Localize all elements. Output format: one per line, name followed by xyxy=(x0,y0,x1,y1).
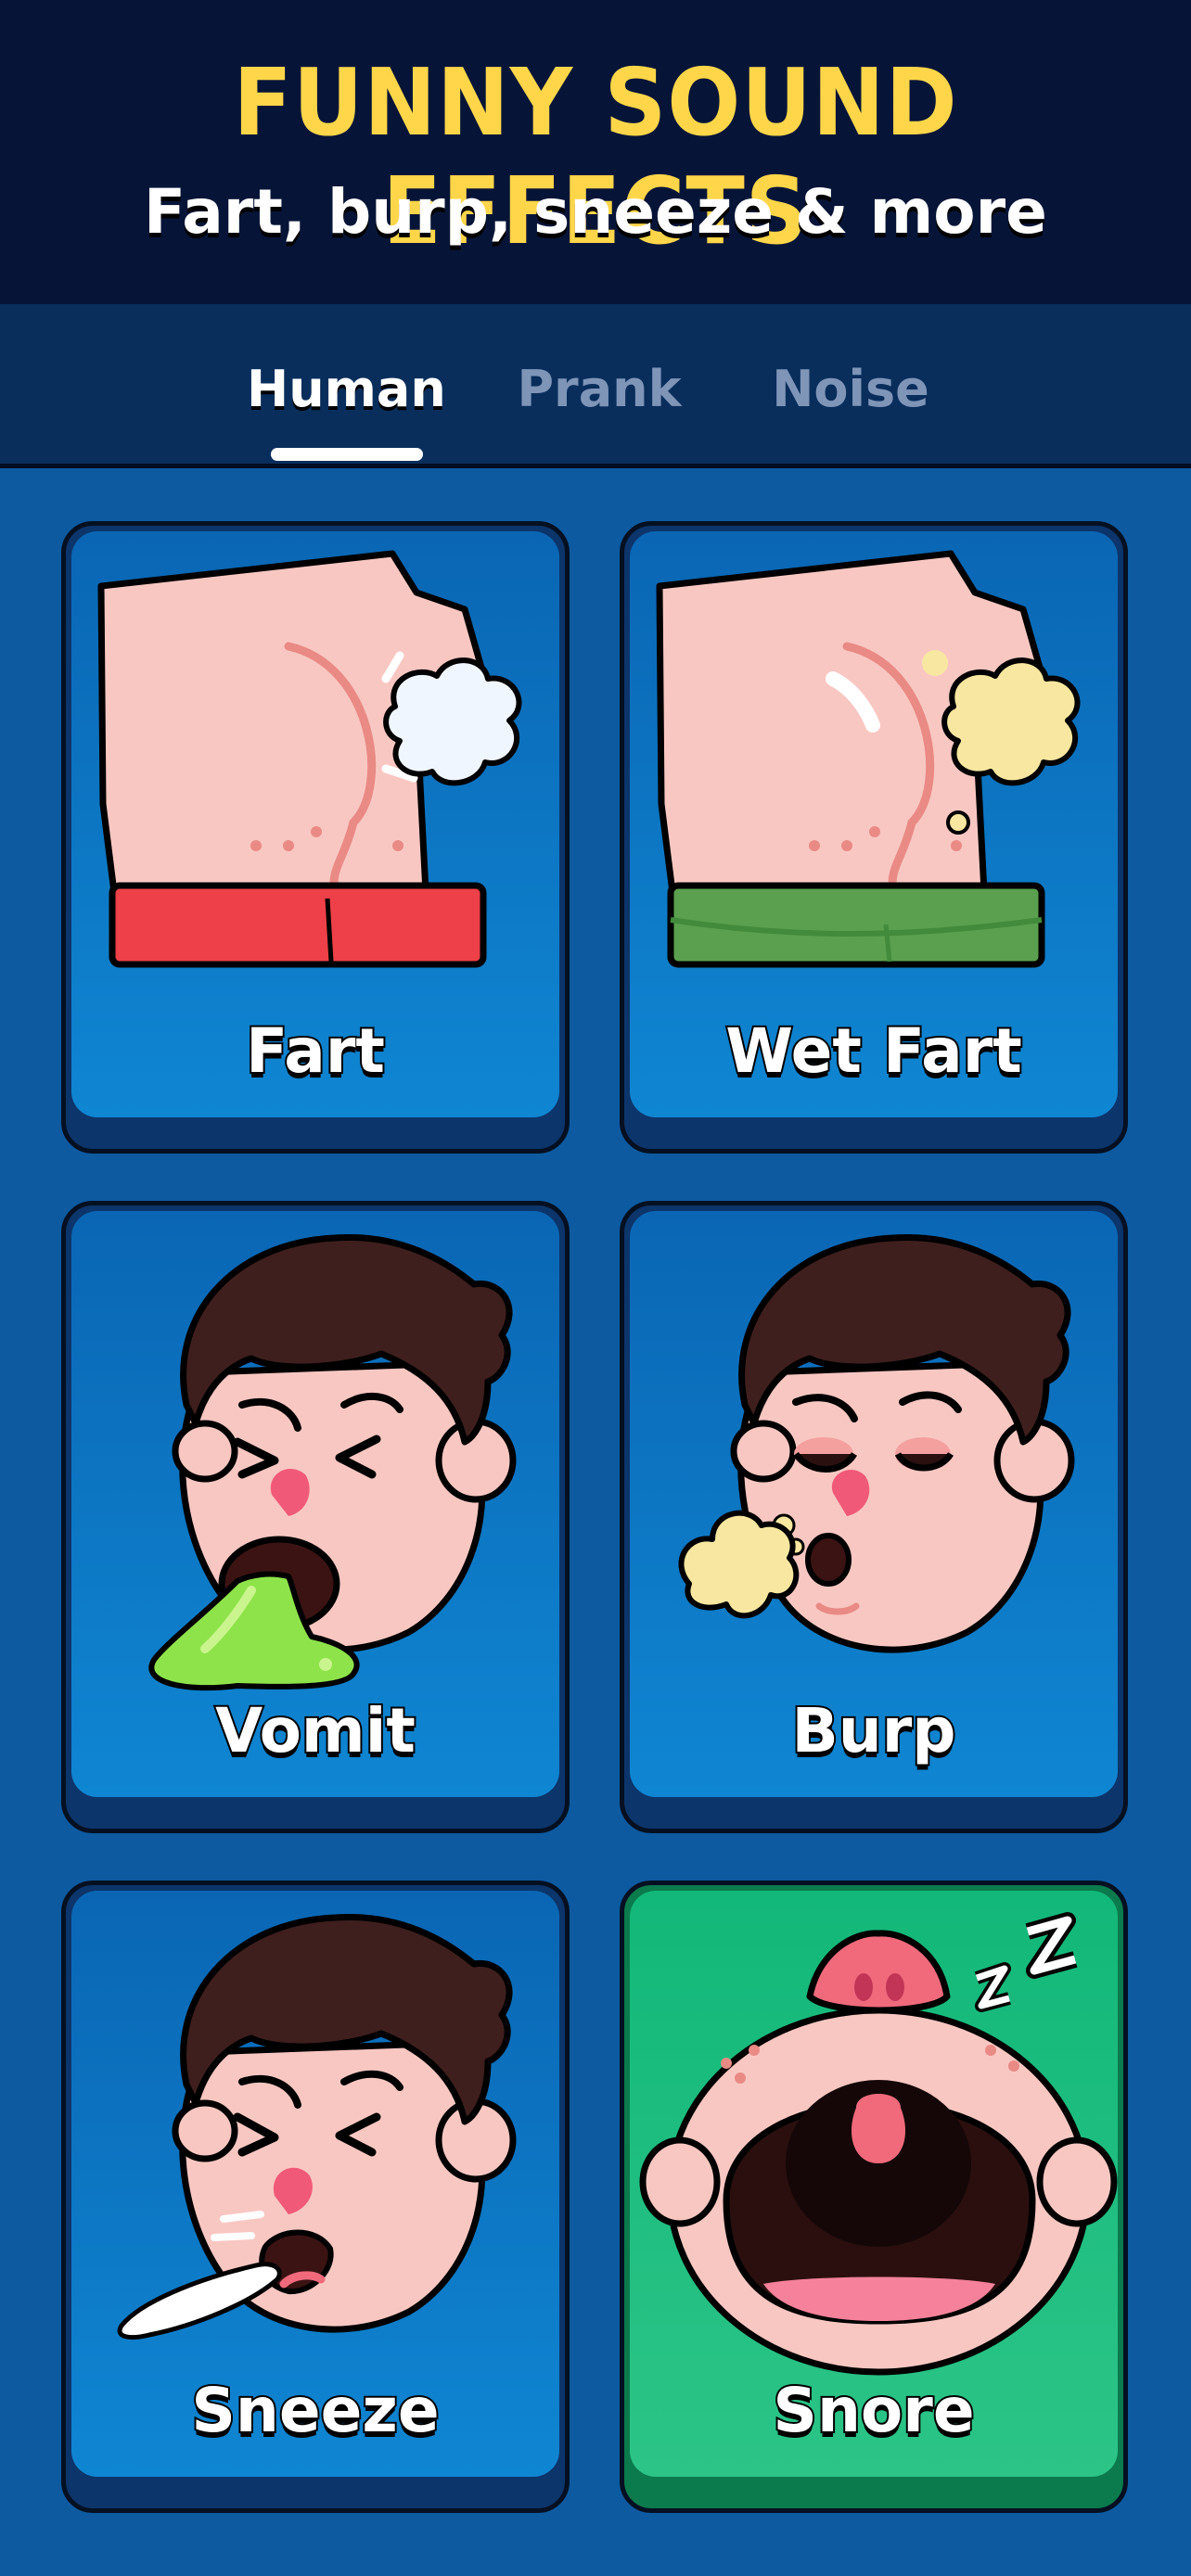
sound-label: Wet Fart xyxy=(724,1014,1024,1089)
sound-card-snore[interactable]: Snore xyxy=(620,1881,1128,2513)
app-subtitle: Fart, burp, sneeze & more xyxy=(144,176,1047,248)
sound-label: Burp xyxy=(789,1693,957,1768)
tab-prank[interactable]: Prank xyxy=(516,360,683,418)
tab-noise[interactable]: Noise xyxy=(772,360,929,418)
sound-card-fart[interactable]: Fart xyxy=(61,521,570,1154)
sound-label: Sneeze xyxy=(189,2373,441,2448)
sound-label: Snore xyxy=(771,2373,976,2448)
sound-card-sneeze[interactable]: Sneeze xyxy=(61,1881,570,2513)
active-tab-indicator xyxy=(271,448,423,461)
sound-card-burp[interactable]: Burp xyxy=(620,1201,1128,1833)
category-tab-bar: Human Prank Noise xyxy=(0,304,1191,468)
sound-card-vomit[interactable]: Vomit xyxy=(61,1201,570,1833)
sound-grid: Fart Wet Fart Vomit Burp Sneeze Snore xyxy=(0,468,1191,2576)
app-header: FUNNY SOUND EFFECTS Fart, burp, sneeze &… xyxy=(0,0,1191,304)
sound-label: Fart xyxy=(244,1014,387,1089)
sound-label: Vomit xyxy=(213,1693,417,1768)
sound-card-wet-fart[interactable]: Wet Fart xyxy=(620,521,1128,1154)
tab-human[interactable]: Human xyxy=(247,360,446,418)
